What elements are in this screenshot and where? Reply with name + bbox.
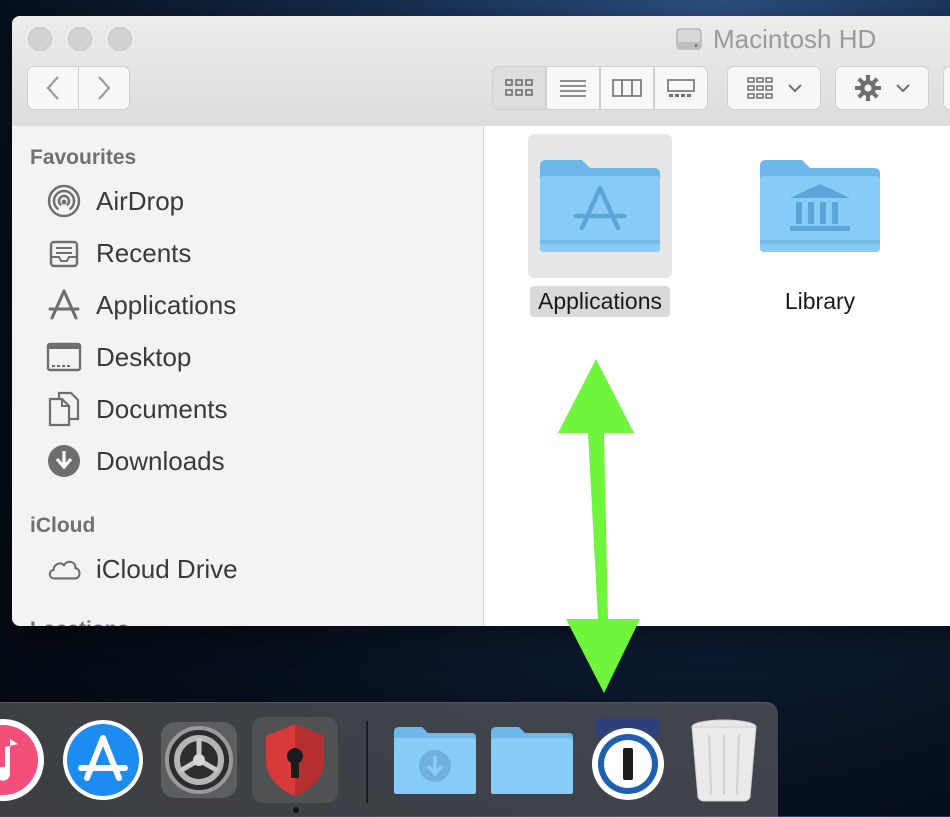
forward-button[interactable]	[78, 66, 130, 110]
trash-icon[interactable]	[681, 717, 767, 803]
gear-icon	[855, 75, 881, 101]
cloud-icon	[46, 551, 82, 587]
sidebar-item-downloads[interactable]: Downloads	[46, 441, 225, 481]
finder-window: Macintosh HD Favourites AirDrop Recents …	[12, 16, 950, 626]
sidebar-item-label: Recents	[96, 237, 192, 268]
sidebar-item-label: Applications	[96, 289, 237, 320]
sidebar-item-label: Documents	[96, 393, 228, 424]
sidebar-item-airdrop[interactable]: AirDrop	[46, 181, 184, 221]
icon-grid-icon	[505, 79, 533, 96]
column-view-button[interactable]	[600, 66, 654, 110]
library-folder-icon	[748, 134, 892, 278]
hard-drive-icon	[676, 28, 702, 50]
sidebar-item-icloud-drive[interactable]: iCloud Drive	[46, 549, 238, 589]
double-arrow-icon	[558, 359, 640, 693]
sidebar-item-desktop[interactable]: Desktop	[46, 337, 191, 377]
close-button[interactable]	[28, 27, 52, 51]
group-by-button[interactable]	[727, 66, 821, 110]
action-menu-button[interactable]	[835, 66, 929, 110]
columns-icon	[612, 79, 642, 97]
sidebar-item-label: Desktop	[96, 341, 192, 372]
sidebar-item-label: iCloud Drive	[96, 553, 238, 584]
share-button[interactable]	[943, 66, 950, 110]
chevron-right-icon	[98, 76, 111, 100]
applications-icon	[46, 287, 82, 323]
1password-icon[interactable]	[585, 717, 671, 803]
file-name: Library	[784, 288, 856, 314]
list-view-button[interactable]	[546, 66, 600, 110]
dock-separator	[366, 721, 368, 803]
sidebar-section-icloud: iCloud	[30, 514, 96, 537]
sidebar-item-applications[interactable]: Applications	[46, 285, 236, 325]
chevron-left-icon	[46, 76, 59, 100]
group-grid-icon	[747, 77, 773, 99]
zoom-button[interactable]	[108, 27, 132, 51]
chevron-down-icon	[788, 84, 802, 93]
sidebar-item-recents[interactable]: Recents	[46, 233, 191, 273]
dock	[0, 702, 778, 817]
documents-icon	[46, 391, 82, 427]
sidebar-item-documents[interactable]: Documents	[46, 389, 228, 429]
sidebar-item-label: Downloads	[96, 445, 225, 476]
shield-keyhole-icon[interactable]	[252, 717, 338, 803]
itunes-icon[interactable]	[0, 717, 46, 803]
recents-icon	[46, 235, 82, 271]
airdrop-icon	[46, 183, 82, 219]
desktop-icon	[46, 339, 82, 375]
sidebar-item-label: AirDrop	[96, 185, 185, 216]
back-button[interactable]	[27, 66, 79, 110]
sidebar: Favourites AirDrop Recents Applications …	[12, 126, 484, 626]
app-store-icon[interactable]	[60, 717, 146, 803]
running-indicator	[293, 807, 299, 813]
downloads-stack-icon[interactable]	[392, 717, 478, 803]
list-icon	[560, 80, 586, 97]
sidebar-section-locations: Locations	[30, 618, 129, 626]
chevron-down-icon	[896, 84, 910, 93]
applications-folder-icon	[528, 134, 672, 278]
system-preferences-icon[interactable]	[156, 717, 242, 803]
gallery-icon	[667, 79, 695, 97]
downloads-icon	[46, 443, 82, 479]
toolbar: Macintosh HD	[12, 16, 950, 127]
sidebar-section-favourites: Favourites	[30, 146, 137, 169]
icon-view-button[interactable]	[492, 66, 546, 110]
window-title-text: Macintosh HD	[713, 23, 877, 54]
file-name: Applications	[529, 286, 671, 317]
minimize-button[interactable]	[68, 27, 92, 51]
folder-stack-icon[interactable]	[489, 717, 575, 803]
gallery-view-button[interactable]	[654, 66, 708, 110]
window-title: Macintosh HD	[675, 24, 876, 54]
file-item-applications[interactable]: Applications	[510, 134, 690, 317]
file-item-library[interactable]: Library	[730, 134, 910, 317]
